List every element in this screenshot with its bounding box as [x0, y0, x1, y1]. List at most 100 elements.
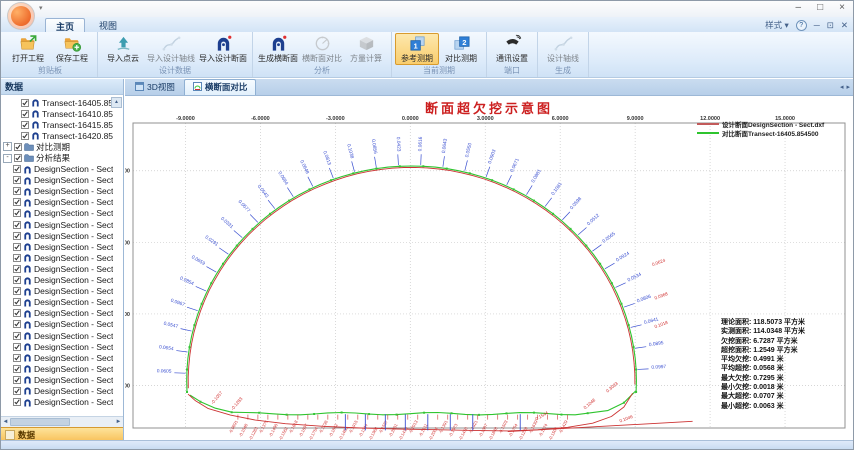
checkbox-checked[interactable]	[13, 320, 21, 328]
ribbon-close-icon[interactable]: ✕	[841, 20, 848, 31]
tree-item[interactable]: DesignSection - Sect	[1, 385, 123, 396]
tree-item[interactable]: DesignSection - Sect	[1, 319, 123, 330]
volume-button[interactable]: 方量计算	[344, 33, 388, 64]
checkbox-checked[interactable]	[13, 176, 21, 184]
tree-item[interactable]: DesignSection - Sect	[1, 374, 123, 385]
checkbox-checked[interactable]	[13, 376, 21, 384]
tree-item[interactable]: DesignSection - Sect	[1, 297, 123, 308]
doc-tab-scroll-left-icon[interactable]: ◂	[840, 83, 844, 91]
checkbox-checked[interactable]	[13, 221, 21, 229]
checkbox-checked[interactable]	[13, 343, 21, 351]
tree-item[interactable]: DesignSection - Sect	[1, 308, 123, 319]
tree-item[interactable]: +对比测期	[1, 141, 123, 152]
tree-item[interactable]: DesignSection - Sect	[1, 175, 123, 186]
checkbox-checked[interactable]	[21, 110, 29, 118]
tree-item[interactable]: Transect-16415.85	[1, 119, 123, 130]
section-compare-button[interactable]: 横断面对比	[300, 33, 344, 64]
help-icon[interactable]: ?	[796, 20, 807, 31]
design-axis-button[interactable]: 导入设计轴线	[145, 33, 197, 64]
checkbox-checked[interactable]	[13, 287, 21, 295]
design-axis-button[interactable]: 设计轴线	[541, 33, 585, 64]
import-pointcloud-button[interactable]: 导入点云	[101, 33, 145, 64]
compare-period-button[interactable]: 2对比测期	[439, 33, 483, 64]
scroll-right-icon[interactable]: ►	[114, 419, 123, 425]
close-button[interactable]: ×	[839, 2, 845, 13]
style-menu[interactable]: 样式 ▾	[765, 19, 789, 31]
tree-item[interactable]: DesignSection - Sect	[1, 363, 123, 374]
svg-text:-0.0891: -0.0891	[228, 419, 239, 434]
checkbox-checked[interactable]	[13, 365, 21, 373]
ribbon-tab-1[interactable]: 视图	[89, 18, 127, 33]
checkbox-checked[interactable]	[13, 276, 21, 284]
doc-tab-3d-view[interactable]: 3D视图	[127, 80, 183, 95]
legend-swatch	[697, 123, 719, 125]
collapse-icon[interactable]: -	[3, 154, 12, 163]
checkbox-checked[interactable]	[21, 121, 29, 129]
tree-item[interactable]: DesignSection - Sect	[1, 164, 123, 175]
checkbox-checked[interactable]	[13, 165, 21, 173]
tree-item[interactable]: DesignSection - Sect	[1, 230, 123, 241]
checkbox-checked[interactable]	[13, 232, 21, 240]
tree-item[interactable]: DesignSection - Sect	[1, 352, 123, 363]
tree-item[interactable]: DesignSection - Sect	[1, 197, 123, 208]
tree-item[interactable]: DesignSection - Sect	[1, 330, 123, 341]
tree-item[interactable]: DesignSection - Sect	[1, 186, 123, 197]
tree-item[interactable]: DesignSection - Sect	[1, 275, 123, 286]
checkbox-checked[interactable]	[13, 209, 21, 217]
tree-scroll-up-icon[interactable]: ▲	[111, 97, 122, 108]
tree-item[interactable]: Transect-16405.85	[1, 97, 123, 108]
expand-icon[interactable]: +	[3, 142, 12, 151]
tree-item[interactable]: Transect-16410.85	[1, 108, 123, 119]
tree-item[interactable]: DesignSection - Sect	[1, 263, 123, 274]
data-tree[interactable]: ▲ Transect-16405.85Transect-16410.85Tran…	[1, 95, 123, 416]
tree-item[interactable]: DesignSection - Sect	[1, 252, 123, 263]
ref-period-icon: 1	[408, 34, 427, 53]
checkbox-checked[interactable]	[13, 265, 21, 273]
ref-period-button[interactable]: 1参考测期	[395, 33, 439, 65]
svg-text:0.0997: 0.0997	[651, 364, 666, 371]
save-project-button[interactable]: 保存工程	[50, 33, 94, 64]
tree-item[interactable]: DesignSection - Sect	[1, 341, 123, 352]
maximize-button[interactable]: □	[817, 2, 823, 13]
open-project-button[interactable]: 打开工程	[6, 33, 50, 64]
checkbox-checked[interactable]	[13, 332, 21, 340]
checkbox-checked[interactable]	[21, 99, 29, 107]
checkbox-checked[interactable]	[13, 243, 21, 251]
checkbox-checked[interactable]	[13, 354, 21, 362]
checkbox-checked[interactable]	[13, 387, 21, 395]
ribbon-tab-0[interactable]: 主页	[45, 18, 85, 33]
minimize-button[interactable]: –	[796, 2, 802, 13]
tree-item[interactable]: -分析结果	[1, 152, 123, 163]
tree-item[interactable]: DesignSection - Sect	[1, 286, 123, 297]
phone-button[interactable]: 通讯设置	[490, 33, 534, 64]
gen-section-button[interactable]: 生成横断面	[256, 33, 300, 64]
svg-text:0.0598: 0.0598	[569, 196, 583, 211]
checkbox-checked[interactable]	[13, 198, 21, 206]
doc-tab-scroll-right-icon[interactable]: ▸	[846, 83, 850, 91]
checkbox-checked[interactable]	[13, 398, 21, 406]
tree-horizontal-scrollbar[interactable]: ◄ ►	[1, 416, 123, 427]
doc-tab-section-compare[interactable]: 横断面对比	[184, 79, 257, 95]
checkbox-checked[interactable]	[13, 298, 21, 306]
ribbon-minimize-icon[interactable]: ─	[814, 20, 820, 30]
import-section-button[interactable]: 导入设计断面	[197, 33, 249, 64]
checkbox-checked[interactable]	[14, 143, 22, 151]
scroll-left-icon[interactable]: ◄	[1, 419, 10, 425]
checkbox-checked[interactable]	[21, 132, 29, 140]
tree-item[interactable]: DesignSection - Sect	[1, 241, 123, 252]
scroll-thumb[interactable]	[10, 418, 70, 426]
checkbox-checked[interactable]	[13, 254, 21, 262]
app-logo-icon[interactable]	[8, 3, 34, 29]
data-panel-tab[interactable]: 数据	[1, 427, 123, 441]
tree-item[interactable]: DesignSection - Sect	[1, 219, 123, 230]
checkbox-checked[interactable]	[13, 309, 21, 317]
ribbon-restore-icon[interactable]: ⊡	[827, 20, 834, 31]
tree-item[interactable]: DesignSection - Sect	[1, 397, 123, 408]
ribbon-group-buttons: 通讯设置	[490, 33, 534, 65]
quick-access-dropdown-icon[interactable]: ▾	[39, 4, 43, 12]
checkbox-checked[interactable]	[13, 187, 21, 195]
svg-text:0.0565: 0.0565	[601, 231, 617, 245]
tree-item[interactable]: Transect-16420.85	[1, 130, 123, 141]
checkbox-checked[interactable]	[14, 154, 22, 162]
tree-item[interactable]: DesignSection - Sect	[1, 208, 123, 219]
